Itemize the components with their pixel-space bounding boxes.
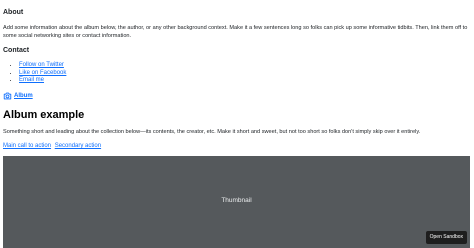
contact-list: Follow on Twitter Like on Facebook Email… (11, 62, 66, 85)
album-lead: Something short and leading about the co… (3, 129, 421, 135)
follow-twitter-link[interactable]: Follow on Twitter (19, 62, 64, 68)
like-facebook-link[interactable]: Like on Facebook (19, 70, 66, 76)
thumbnail-placeholder: Thumbnail Open Sandbox (3, 156, 470, 248)
contact-heading: Contact (3, 47, 30, 54)
about-heading: About (3, 9, 24, 16)
camera-icon (3, 92, 12, 100)
main-call-to-action-link[interactable]: Main call to action (3, 143, 51, 149)
album-actions: Main call to action Secondary action (3, 142, 103, 150)
email-me-link[interactable]: Email me (19, 77, 44, 83)
contact-item-twitter: Follow on Twitter (19, 62, 66, 70)
open-sandbox-button[interactable]: Open Sandbox (425, 231, 467, 244)
contact-item-email: Email me (19, 77, 66, 85)
about-text: Add some information about the album bel… (3, 25, 468, 39)
secondary-action-link[interactable]: Secondary action (55, 143, 101, 149)
contact-item-facebook: Like on Facebook (19, 70, 66, 78)
thumbnail-label: Thumbnail (221, 197, 252, 204)
brand-label: Album (14, 93, 33, 99)
album-title: Album example (3, 109, 85, 121)
brand-link[interactable]: Album (3, 92, 33, 100)
page: About Add some information about the alb… (0, 0, 474, 248)
